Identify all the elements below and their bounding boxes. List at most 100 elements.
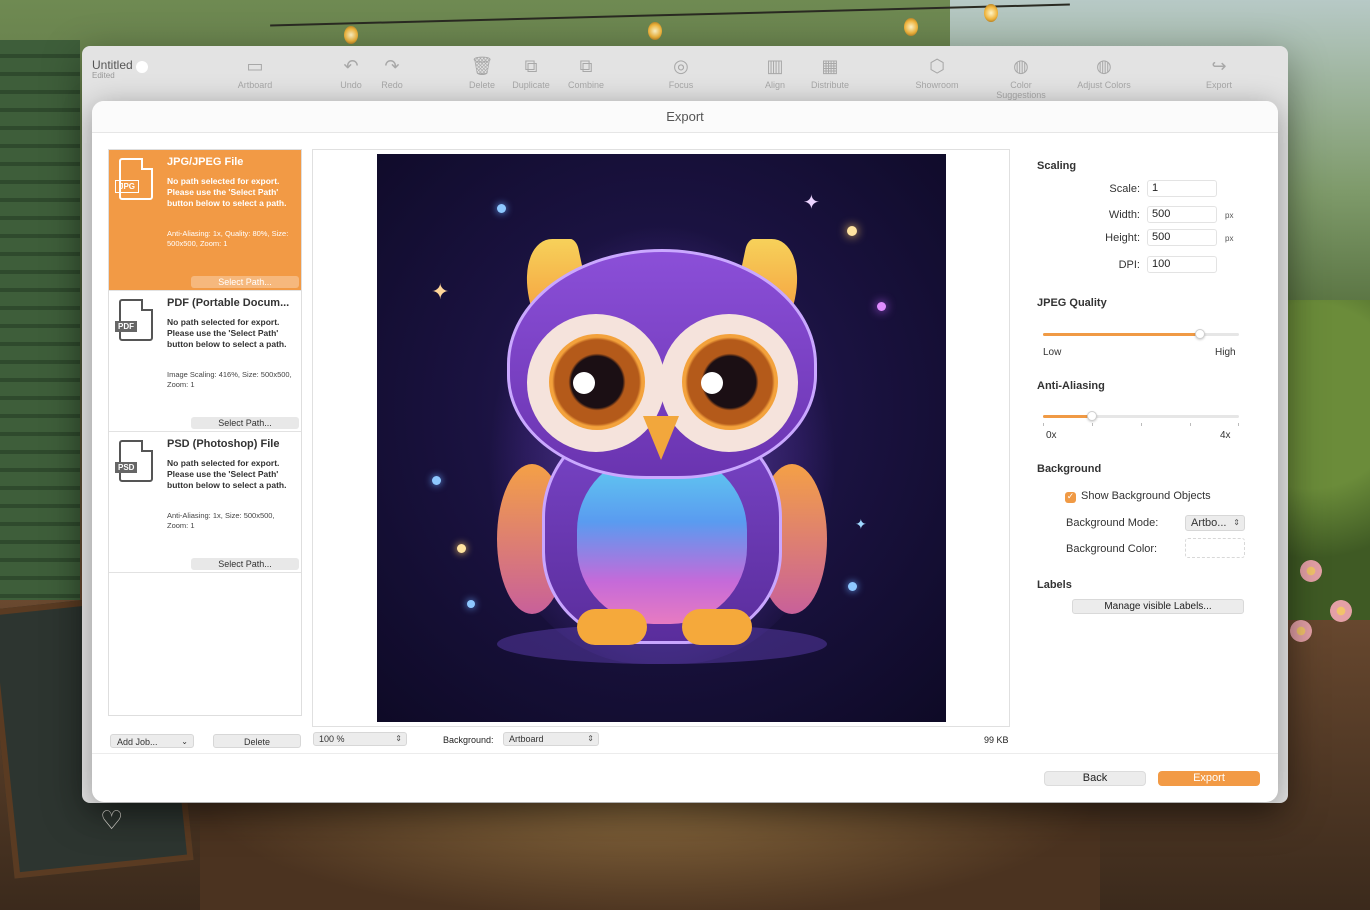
footer-divider — [92, 753, 1278, 754]
background-flower — [1300, 560, 1322, 582]
toolbar-label: Color Suggestions — [996, 80, 1046, 100]
width-input[interactable]: 500 — [1147, 206, 1217, 223]
delete-job-button[interactable]: Delete — [213, 734, 301, 748]
background-color-label: Background Color: — [1066, 543, 1158, 555]
owl-eye-left — [549, 334, 645, 430]
toolbar-export-button[interactable]: ↪ Export — [1184, 54, 1254, 90]
jpeg-quality-slider[interactable] — [1043, 329, 1239, 339]
manage-labels-button[interactable]: Manage visible Labels... — [1072, 599, 1244, 614]
job-info: Anti-Aliasing: 1x, Size: 500x500, Zoom: … — [167, 511, 275, 530]
height-input[interactable]: 500 — [1147, 229, 1217, 246]
toolbar-artboard-button[interactable]: ▭ Artboard — [220, 54, 290, 90]
owl-belly — [577, 454, 747, 624]
updown-chevron-icon: ⇕ — [1233, 518, 1240, 527]
toolbar-label: Showroom — [915, 80, 959, 90]
sparkle: ✦ — [855, 516, 867, 532]
export-job-psd[interactable]: PSD PSD (Photoshop) File No path selecte… — [109, 432, 301, 573]
background-select-label: Background: — [443, 735, 494, 745]
background-mode-value: Artbo... — [1191, 517, 1227, 529]
select-path-button[interactable]: Select Path... — [191, 417, 299, 429]
job-info: Anti-Aliasing: 1x, Quality: 80%, Size: 5… — [167, 229, 289, 248]
sparkle — [847, 226, 857, 236]
sparkle — [497, 204, 506, 213]
toolbar-adjust-colors-button[interactable]: ◍ Adjust Colors — [1069, 54, 1139, 90]
slider-thumb[interactable] — [1087, 411, 1097, 421]
document-title: Untitled — [92, 58, 133, 72]
slider-fill — [1043, 415, 1092, 418]
toolbar-redo-button[interactable]: ↷ Redo — [357, 54, 427, 90]
focus-icon: ◎ — [673, 56, 689, 77]
jpg-file-icon: JPG — [115, 158, 153, 200]
job-note: No path selected for export. Please use … — [167, 317, 287, 349]
height-label: Height: — [1105, 232, 1140, 244]
show-background-checkbox[interactable]: ✓ — [1065, 492, 1076, 503]
job-title: PDF (Portable Docum... — [167, 297, 290, 309]
aa-max-label: 4x — [1220, 430, 1231, 441]
back-button[interactable]: Back — [1044, 771, 1146, 786]
dpi-input[interactable]: 100 — [1147, 256, 1217, 273]
chevron-down-icon: ⌄ — [181, 737, 188, 746]
scale-label: Scale: — [1109, 183, 1140, 195]
background-color-well[interactable] — [1185, 538, 1245, 558]
toolbar-label: Artboard — [237, 80, 273, 90]
export-job-jpg[interactable]: JPG JPG/JPEG File No path selected for e… — [109, 150, 301, 291]
owl-eye-shine — [701, 372, 723, 394]
toolbar-label: Redo — [381, 80, 403, 90]
toolbar-focus-button[interactable]: ◎ Focus — [646, 54, 716, 90]
select-path-button[interactable]: Select Path... — [191, 558, 299, 570]
light-bulb — [984, 4, 998, 22]
anti-aliasing-slider[interactable] — [1043, 411, 1239, 426]
aa-min-label: 0x — [1046, 430, 1057, 441]
owl-beak — [643, 416, 679, 460]
add-job-label: Add Job... — [117, 737, 158, 747]
toolbar-distribute-button[interactable]: ▦ Distribute — [795, 54, 865, 90]
add-job-button[interactable]: Add Job... ⌄ — [110, 734, 194, 748]
toolbar-label: Export — [1205, 80, 1232, 90]
sparkle: ✦ — [431, 279, 450, 304]
background-mode-label: Background Mode: — [1066, 517, 1159, 529]
toolbar-color-suggestions-button[interactable]: ◍ Color Suggestions — [986, 54, 1056, 100]
slider-thumb[interactable] — [1194, 329, 1205, 339]
sparkle: ✦ — [803, 192, 820, 214]
sparkle — [877, 302, 886, 311]
updown-chevron-icon: ⇕ — [587, 734, 594, 743]
slider-tick — [1092, 423, 1093, 426]
app-toolbar: Untitled Edited ▭ Artboard ↶ Undo ↷ Redo 🗑 Dele… — [82, 46, 1288, 100]
psd-file-icon: PSD — [115, 440, 153, 482]
dpi-label: DPI: — [1118, 259, 1140, 271]
width-unit: px — [1225, 211, 1234, 220]
file-size: 99 KB — [984, 735, 1009, 745]
document-indicator — [136, 61, 148, 73]
artboard-icon: ▭ — [246, 56, 264, 77]
background-mode-select[interactable]: Artbo... ⇕ — [1185, 515, 1245, 531]
select-path-button[interactable]: Select Path... — [191, 276, 299, 288]
scaling-title: Scaling — [1037, 160, 1077, 172]
export-button[interactable]: Export — [1158, 771, 1260, 786]
jpeg-high-label: High — [1215, 347, 1236, 358]
export-dialog-title: Export — [92, 101, 1278, 133]
toolbar-label: Focus — [668, 80, 694, 90]
owl-eye-right — [682, 334, 778, 430]
toolbar-showroom-button[interactable]: ⬡ Showroom — [902, 54, 972, 90]
owl-eye-shine — [573, 372, 595, 394]
background-flower — [1330, 600, 1352, 622]
redo-icon: ↷ — [384, 56, 400, 77]
slider-fill — [1043, 333, 1200, 336]
job-note: No path selected for export. Please use … — [167, 176, 287, 208]
preview-image: ✦ ✦ ✦ — [377, 154, 946, 722]
combine-icon: ⧉ — [579, 56, 593, 77]
zoom-select[interactable]: 100 % ⇕ — [313, 732, 407, 746]
jpeg-low-label: Low — [1043, 347, 1062, 358]
job-note: No path selected for export. Please use … — [167, 458, 287, 490]
sparkle — [432, 476, 441, 485]
palette-adjust-icon: ◍ — [1096, 56, 1112, 77]
scale-input[interactable]: 1 — [1147, 180, 1217, 197]
background-select[interactable]: Artboard ⇕ — [503, 732, 599, 746]
background-flower — [1290, 620, 1312, 642]
job-title: PSD (Photoshop) File — [167, 438, 280, 450]
export-job-pdf[interactable]: PDF PDF (Portable Docum... No path selec… — [109, 291, 301, 432]
toolbar-combine-button[interactable]: ⧉ Combine — [551, 54, 621, 90]
width-label: Width: — [1108, 209, 1140, 221]
light-bulb — [904, 18, 918, 36]
heart-icon: ♡ — [100, 806, 124, 836]
